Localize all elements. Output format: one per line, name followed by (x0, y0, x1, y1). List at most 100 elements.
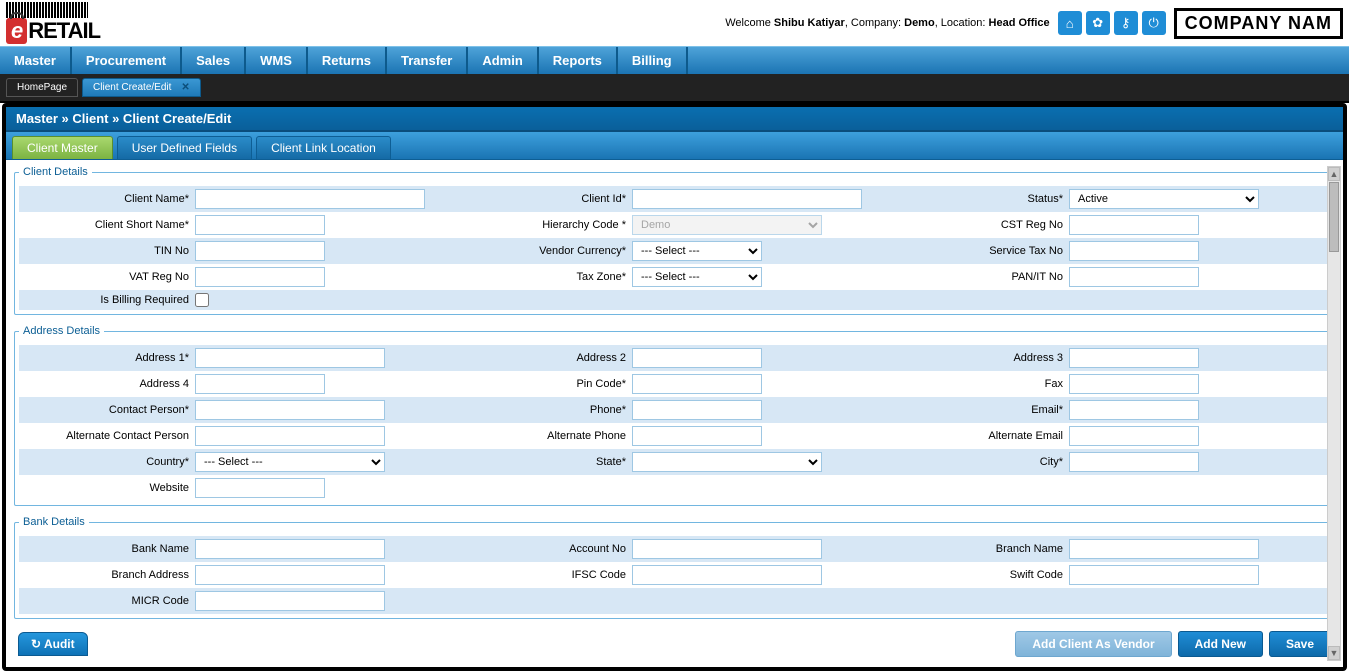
vertical-scrollbar[interactable]: ▲ ▼ (1327, 166, 1341, 661)
vat-reg-no-input[interactable] (195, 267, 325, 287)
label-city: City* (1040, 456, 1069, 468)
client-id-input[interactable] (632, 189, 862, 209)
address-details-legend: Address Details (19, 325, 104, 337)
label-country: Country* (146, 456, 195, 468)
phone-input[interactable] (632, 400, 762, 420)
scroll-up-icon[interactable]: ▲ (1328, 167, 1340, 181)
menu-wms[interactable]: WMS (246, 47, 308, 74)
account-no-input[interactable] (632, 539, 822, 559)
label-client-id: Client Id* (581, 193, 632, 205)
welcome-text: Welcome Shibu Katiyar, Company: Demo, Lo… (725, 17, 1049, 29)
label-alt-contact: Alternate Contact Person (66, 430, 195, 442)
address1-input[interactable] (195, 348, 385, 368)
label-client-name: Client Name* (124, 193, 195, 205)
scroll-thumb[interactable] (1329, 182, 1339, 252)
hierarchy-code-select[interactable]: Demo (632, 215, 822, 235)
cst-reg-no-input[interactable] (1069, 215, 1199, 235)
alt-contact-input[interactable] (195, 426, 385, 446)
subtab-client-master[interactable]: Client Master (12, 136, 113, 159)
label-account-no: Account No (569, 543, 632, 555)
label-cst-reg-no: CST Reg No (1001, 219, 1069, 231)
city-input[interactable] (1069, 452, 1199, 472)
menu-procurement[interactable]: Procurement (72, 47, 182, 74)
menu-sales[interactable]: Sales (182, 47, 246, 74)
home-icon[interactable]: ⌂ (1058, 11, 1082, 35)
address-details-section: Address Details Address 1* Address 2 Add… (14, 325, 1335, 506)
ifsc-input[interactable] (632, 565, 822, 585)
label-status: Status* (1028, 193, 1069, 205)
tin-no-input[interactable] (195, 241, 325, 261)
label-fax: Fax (1045, 378, 1069, 390)
logo-e: e (6, 18, 27, 44)
swift-input[interactable] (1069, 565, 1259, 585)
label-phone: Phone* (590, 404, 632, 416)
audit-button[interactable]: ↻ Audit (18, 632, 88, 656)
power-icon[interactable]: ⏻ (1142, 11, 1166, 35)
address3-input[interactable] (1069, 348, 1199, 368)
label-address4: Address 4 (139, 378, 195, 390)
form-page: Client Details Client Name* Client Id* S… (6, 160, 1343, 667)
client-name-input[interactable] (195, 189, 425, 209)
label-branch-address: Branch Address (111, 569, 195, 581)
bank-name-input[interactable] (195, 539, 385, 559)
website-input[interactable] (195, 478, 325, 498)
pincode-input[interactable] (632, 374, 762, 394)
alt-phone-input[interactable] (632, 426, 762, 446)
subtab-user-defined-fields[interactable]: User Defined Fields (117, 136, 252, 159)
label-vat-reg-no: VAT Reg No (129, 271, 195, 283)
gear-icon[interactable]: ✿ (1086, 11, 1110, 35)
top-bar: e RETAIL Welcome Shibu Katiyar, Company:… (0, 0, 1349, 46)
is-billing-checkbox[interactable] (195, 293, 209, 307)
label-pincode: Pin Code* (576, 378, 632, 390)
tab-homepage[interactable]: HomePage (6, 78, 78, 97)
tax-zone-select[interactable]: --- Select --- (632, 267, 762, 287)
contact-person-input[interactable] (195, 400, 385, 420)
state-select[interactable] (632, 452, 822, 472)
fax-input[interactable] (1069, 374, 1199, 394)
branch-name-input[interactable] (1069, 539, 1259, 559)
label-ifsc: IFSC Code (572, 569, 632, 581)
client-short-name-input[interactable] (195, 215, 325, 235)
bank-details-legend: Bank Details (19, 516, 89, 528)
label-client-short-name: Client Short Name* (95, 219, 195, 231)
company-name-box: COMPANY NAM (1174, 8, 1343, 39)
label-service-tax-no: Service Tax No (989, 245, 1069, 257)
menu-master[interactable]: Master (0, 47, 72, 74)
add-new-button[interactable]: Add New (1178, 631, 1263, 657)
status-select[interactable]: Active (1069, 189, 1259, 209)
label-email: Email* (1031, 404, 1069, 416)
address2-input[interactable] (632, 348, 762, 368)
email-input[interactable] (1069, 400, 1199, 420)
vendor-currency-select[interactable]: --- Select --- (632, 241, 762, 261)
menu-reports[interactable]: Reports (539, 47, 618, 74)
client-details-legend: Client Details (19, 166, 92, 178)
save-button[interactable]: Save (1269, 631, 1331, 657)
client-details-section: Client Details Client Name* Client Id* S… (14, 166, 1335, 315)
branch-address-input[interactable] (195, 565, 385, 585)
menu-returns[interactable]: Returns (308, 47, 387, 74)
tab-client-create-edit[interactable]: Client Create/Edit✕ (82, 78, 201, 97)
pan-it-no-input[interactable] (1069, 267, 1199, 287)
key-icon[interactable]: ⚷ (1114, 11, 1138, 35)
menu-admin[interactable]: Admin (468, 47, 538, 74)
add-client-as-vendor-button[interactable]: Add Client As Vendor (1015, 631, 1171, 657)
address4-input[interactable] (195, 374, 325, 394)
label-pan-it-no: PAN/IT No (1011, 271, 1069, 283)
label-tax-zone: Tax Zone* (576, 271, 632, 283)
close-icon[interactable]: ✕ (181, 82, 189, 93)
label-website: Website (149, 482, 195, 494)
subtab-client-link-location[interactable]: Client Link Location (256, 136, 391, 159)
alt-email-input[interactable] (1069, 426, 1199, 446)
menu-transfer[interactable]: Transfer (387, 47, 468, 74)
label-vendor-currency: Vendor Currency* (539, 245, 632, 257)
micr-input[interactable] (195, 591, 385, 611)
breadcrumb: Master » Client » Client Create/Edit (6, 107, 1343, 132)
scroll-down-icon[interactable]: ▼ (1328, 646, 1340, 660)
service-tax-no-input[interactable] (1069, 241, 1199, 261)
document-tabs: HomePage Client Create/Edit✕ (0, 74, 1349, 103)
label-tin-no: TIN No (154, 245, 195, 257)
menu-billing[interactable]: Billing (618, 47, 688, 74)
label-micr: MICR Code (132, 595, 195, 607)
label-alt-email: Alternate Email (988, 430, 1069, 442)
country-select[interactable]: --- Select --- (195, 452, 385, 472)
